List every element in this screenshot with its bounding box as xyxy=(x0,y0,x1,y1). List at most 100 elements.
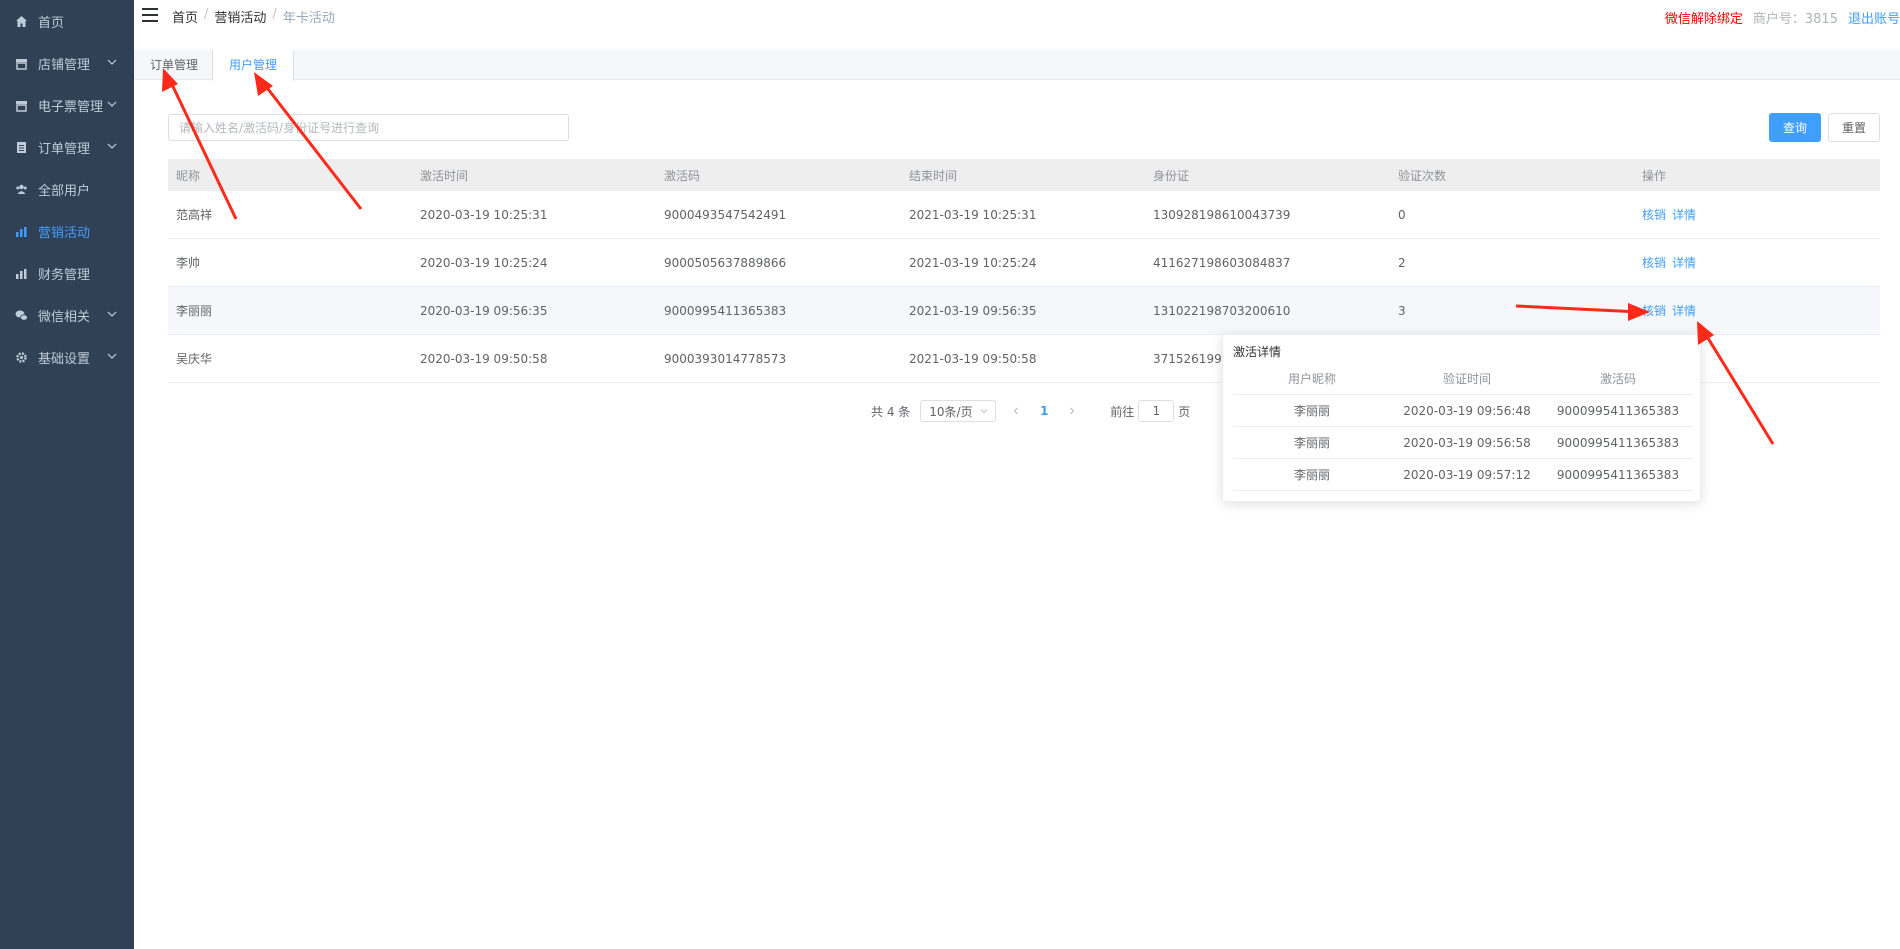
chevron-down-icon xyxy=(107,101,117,107)
sidebar-item-label: 店铺管理 xyxy=(38,57,91,73)
column-header: 激活码 xyxy=(1599,372,1636,386)
cell-activated: 2020-03-19 10:25:24 xyxy=(420,255,548,270)
tab-user-management[interactable]: 用户管理 xyxy=(212,50,295,81)
prev-page-button[interactable] xyxy=(1006,400,1026,422)
cell-id: 411627198603084837 xyxy=(1153,255,1291,270)
cell-name: 范高祥 xyxy=(176,208,213,222)
column-header: 结束时间 xyxy=(909,168,958,183)
verify-link[interactable]: 核销 xyxy=(1642,208,1666,222)
popover-title: 激活详情 xyxy=(1233,345,1282,359)
column-header: 昵称 xyxy=(176,168,201,183)
finance-icon xyxy=(14,266,28,280)
chevron-down-icon xyxy=(980,409,988,414)
sidebar-item-store[interactable]: 店铺管理 xyxy=(0,42,134,84)
goto-prefix: 前往 xyxy=(1110,404,1135,419)
chevron-down-icon xyxy=(107,311,117,317)
order-icon xyxy=(14,140,28,154)
sidebar: 首页 店铺管理 电子票管理 订单管理 全部用户 营销活动 财务管理 微信相关 基… xyxy=(0,0,134,949)
table-row: 李丽丽 2020-03-19 09:56:35 9000995411365383… xyxy=(168,287,1880,335)
popover-table: 用户昵称 验证时间 激活码 李丽丽 2020-03-19 09:56:48 90… xyxy=(1233,363,1693,491)
sidebar-item-users[interactable]: 全部用户 xyxy=(0,168,134,210)
detail-link[interactable]: 详情 xyxy=(1672,256,1696,270)
column-header: 验证时间 xyxy=(1442,372,1491,386)
sidebar-item-label: 全部用户 xyxy=(38,183,91,199)
cell-name: 李丽丽 xyxy=(176,304,213,318)
verify-link[interactable]: 核销 xyxy=(1642,304,1666,318)
sidebar-item-label: 订单管理 xyxy=(38,141,91,157)
cell-actions: 核销 详情 xyxy=(1634,302,1880,319)
cell-time: 2020-03-19 09:57:12 xyxy=(1403,467,1531,482)
sidebar-item-wechat[interactable]: 微信相关 xyxy=(0,294,134,336)
cell-name: 吴庆华 xyxy=(176,352,213,366)
tab-order-management[interactable]: 订单管理 xyxy=(134,50,214,80)
query-button[interactable]: 查询 xyxy=(1769,113,1822,142)
cell-end: 2021-03-19 09:56:35 xyxy=(909,303,1037,318)
breadcrumb-separator: / xyxy=(272,7,277,22)
popover-row: 李丽丽 2020-03-19 09:56:48 9000995411365383 xyxy=(1233,395,1693,427)
sidebar-item-label: 财务管理 xyxy=(38,267,91,283)
cell-user: 李丽丽 xyxy=(1293,468,1330,482)
activation-detail-popover: 激活详情 用户昵称 验证时间 激活码 李丽丽 2020-03-19 09:56:… xyxy=(1222,334,1701,502)
chevron-down-icon xyxy=(107,59,117,65)
reset-button[interactable]: 重置 xyxy=(1828,113,1881,142)
cell-count: 0 xyxy=(1398,207,1406,222)
goto-page-input[interactable] xyxy=(1138,400,1175,422)
header-actions: 微信解除绑定 商户号：3815 退出账号 xyxy=(1665,8,1900,27)
header: 首页 / 营销活动 / 年卡活动 微信解除绑定 商户号：3815 退出账号 xyxy=(134,0,1900,30)
column-header: 身份证 xyxy=(1153,168,1190,183)
home-icon xyxy=(14,14,28,28)
next-page-button[interactable] xyxy=(1062,400,1082,422)
cell-activated: 2020-03-19 09:50:58 xyxy=(420,351,548,366)
pagination: 共 4 条 10条/页 1 前往 页 xyxy=(871,400,1190,422)
sidebar-item-home[interactable]: 首页 xyxy=(0,0,134,42)
sidebar-item-orders[interactable]: 订单管理 xyxy=(0,126,134,168)
table-row: 李帅 2020-03-19 10:25:24 9000505637889866 … xyxy=(168,239,1880,287)
wechat-icon xyxy=(14,308,28,322)
cell-id: 131022198703200610 xyxy=(1153,303,1291,318)
sidebar-item-marketing[interactable]: 营销活动 xyxy=(0,210,134,252)
current-page[interactable]: 1 xyxy=(1036,404,1052,418)
cell-code: 9000505637889866 xyxy=(664,255,787,270)
chevron-down-icon xyxy=(107,353,117,359)
breadcrumb-home[interactable]: 首页 xyxy=(172,7,198,26)
chevron-down-icon xyxy=(107,143,117,149)
ticket-icon xyxy=(14,98,28,112)
merchant-number: 商户号：3815 xyxy=(1752,12,1838,27)
breadcrumb: 首页 / 营销活动 / 年卡活动 xyxy=(172,7,335,26)
breadcrumb-marketing[interactable]: 营销活动 xyxy=(214,7,266,26)
wechat-unbind-link[interactable]: 微信解除绑定 xyxy=(1665,8,1743,27)
column-header: 用户昵称 xyxy=(1287,372,1336,386)
column-header: 激活码 xyxy=(664,168,701,183)
column-header: 验证次数 xyxy=(1398,168,1447,183)
cell-actions: 核销 详情 xyxy=(1634,206,1880,223)
sidebar-item-label: 微信相关 xyxy=(38,309,91,325)
cell-code: 9000995411365383 xyxy=(664,303,787,318)
table-header: 昵称 激活时间 激活码 结束时间 身份证 验证次数 操作 xyxy=(168,159,1880,191)
store-icon xyxy=(14,56,28,70)
cell-end: 2021-03-19 09:50:58 xyxy=(909,351,1037,366)
popover-row: 李丽丽 2020-03-19 09:57:12 9000995411365383 xyxy=(1233,459,1693,491)
cell-actions: 核销 详情 xyxy=(1634,254,1880,271)
page-size-select[interactable]: 10条/页 xyxy=(920,400,997,422)
cell-count: 3 xyxy=(1398,303,1406,318)
column-header: 操作 xyxy=(1642,168,1667,183)
sidebar-item-settings[interactable]: 基础设置 xyxy=(0,336,134,378)
column-header: 激活时间 xyxy=(420,168,469,183)
breadcrumb-current: 年卡活动 xyxy=(282,11,335,26)
logout-link[interactable]: 退出账号 xyxy=(1848,8,1900,27)
page-size-value: 10条/页 xyxy=(929,404,973,419)
sidebar-item-label: 首页 xyxy=(38,15,65,31)
detail-link[interactable]: 详情 xyxy=(1672,304,1696,318)
chevron-left-icon xyxy=(1013,407,1019,415)
hamburger-icon[interactable] xyxy=(142,8,158,22)
table-row: 范高祥 2020-03-19 10:25:31 9000493547542491… xyxy=(168,191,1880,239)
sidebar-item-finance[interactable]: 财务管理 xyxy=(0,252,134,294)
cell-code: 9000995411365383 xyxy=(1556,467,1680,482)
search-input[interactable] xyxy=(168,114,569,141)
cell-code: 9000493547542491 xyxy=(664,207,787,222)
chart-icon xyxy=(14,224,28,238)
detail-link[interactable]: 详情 xyxy=(1672,208,1696,222)
sidebar-item-ticket[interactable]: 电子票管理 xyxy=(0,84,134,126)
cell-time: 2020-03-19 09:56:48 xyxy=(1403,403,1531,418)
verify-link[interactable]: 核销 xyxy=(1642,256,1666,270)
